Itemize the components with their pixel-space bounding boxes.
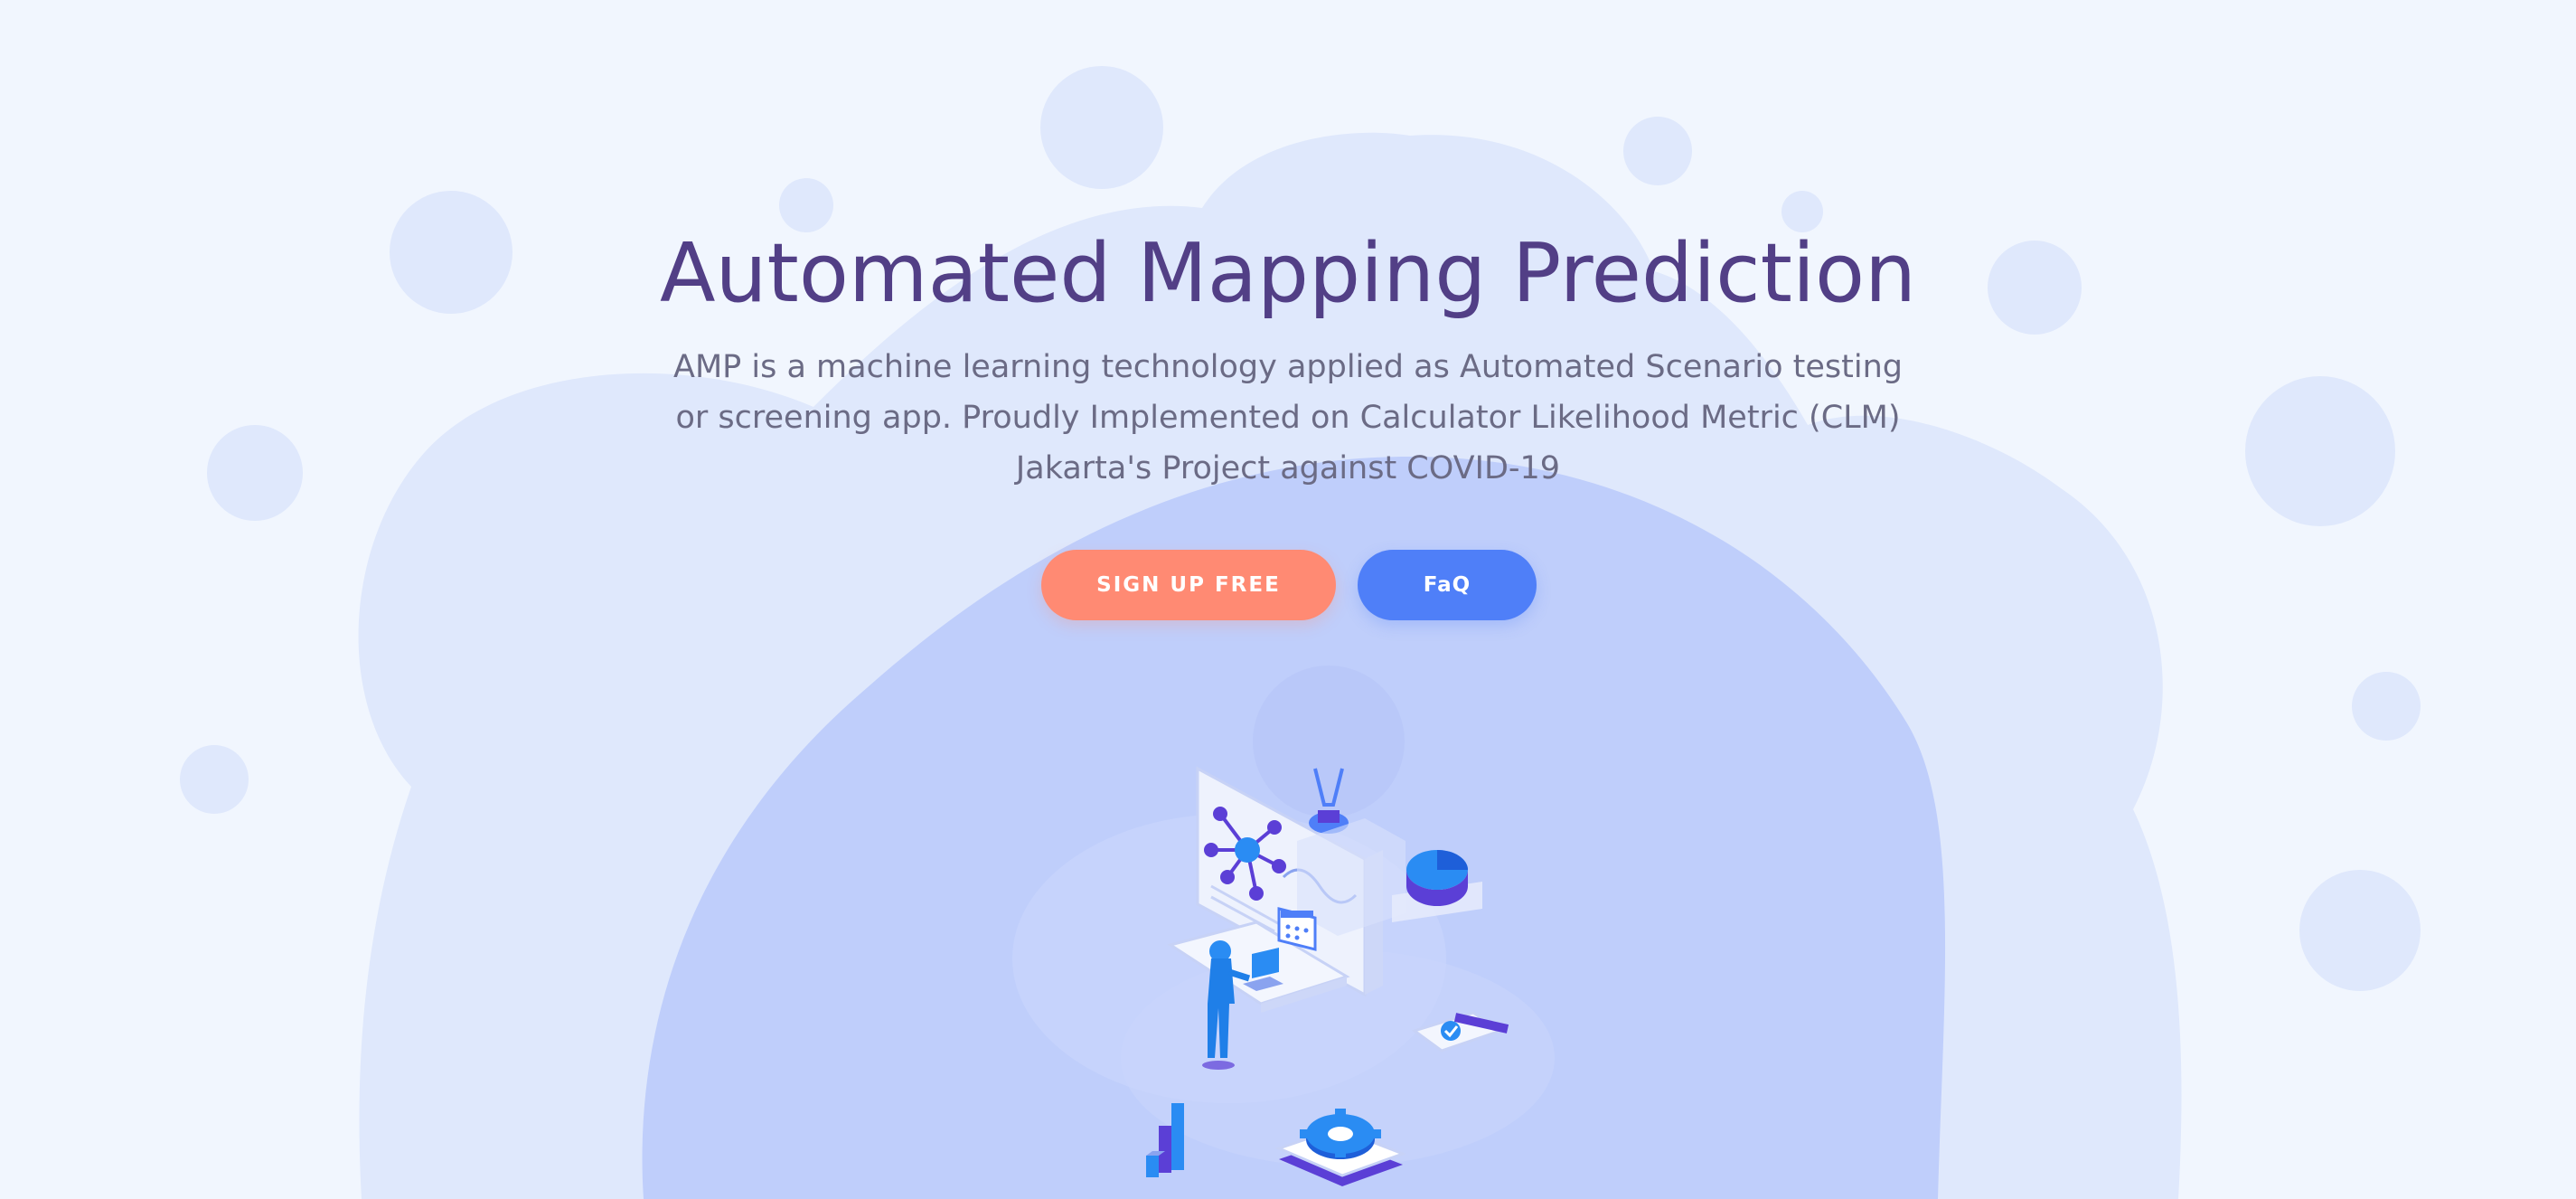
bubble <box>2352 672 2421 741</box>
bubble <box>180 745 249 814</box>
page-title: Automated Mapping Prediction <box>659 226 1917 321</box>
bubble <box>1040 66 1163 189</box>
sign-up-button[interactable]: SIGN UP FREE <box>1041 550 1336 620</box>
hero-illustration <box>1012 666 1555 1186</box>
hero-description: AMP is a machine learning technology app… <box>673 349 1903 486</box>
faq-button[interactable]: FaQ <box>1358 550 1537 620</box>
illustration-glow <box>1253 666 1405 817</box>
bubble <box>2299 870 2421 991</box>
bubble <box>207 425 303 521</box>
bubble <box>2245 376 2395 526</box>
bubble <box>1623 117 1692 185</box>
